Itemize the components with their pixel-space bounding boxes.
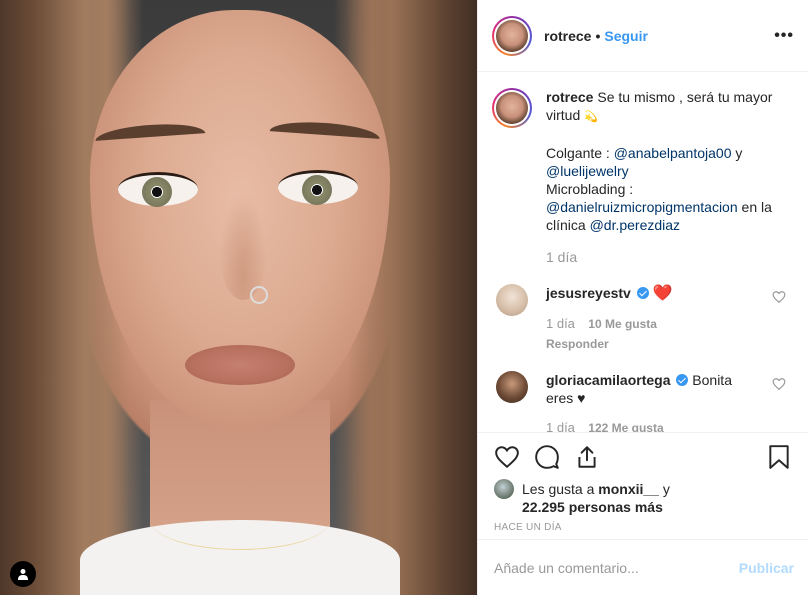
likes-prefix: Les gusta a <box>522 481 599 497</box>
save-icon[interactable] <box>766 444 792 470</box>
user-tag-icon <box>18 569 28 580</box>
photo-iris <box>142 177 172 207</box>
likes-suffix: y <box>658 481 670 497</box>
photo-eye-left <box>118 172 198 207</box>
action-bar <box>478 432 808 480</box>
comment-time[interactable]: 1 día <box>546 316 575 331</box>
caption-line3: Microblading : <box>546 181 634 197</box>
mention-anabelpantoja00[interactable]: @anabelpantoja00 <box>614 145 732 161</box>
instagram-post: rotrece • Seguir ••• rotrece Se tu mismo… <box>0 0 808 595</box>
mention-drperezdiaz[interactable]: @dr.perezdiaz <box>590 217 680 233</box>
photo-nose-ring <box>250 286 268 304</box>
verified-badge-icon <box>676 374 689 386</box>
comment-icon[interactable] <box>534 444 560 470</box>
comment-body: jesusreyestv ❤️ 1 día 10 Me gusta Respon… <box>546 284 758 353</box>
comment-item: gloriacamilaortega Bonita eres ♥ 1 día 1… <box>492 371 794 432</box>
commenter-username[interactable]: jesusreyestv <box>546 285 631 301</box>
likes-text: Les gusta a monxii__ y 22.295 personas m… <box>522 480 670 516</box>
caption-and: y <box>731 145 743 161</box>
photo-iris <box>302 175 332 205</box>
publish-button[interactable]: Publicar <box>739 560 794 576</box>
comments-panel[interactable]: rotrece Se tu mismo , será tu mayor virt… <box>478 72 808 432</box>
caption-emoji: 💫 <box>584 111 598 123</box>
mention-danielruizmicropigmentacion[interactable]: @danielruizmicropigmentacion <box>546 199 738 215</box>
photo-necklace <box>150 490 330 550</box>
photo-eye-right <box>278 170 358 205</box>
post-photo[interactable] <box>0 0 477 595</box>
post-header: rotrece • Seguir ••• <box>478 0 808 72</box>
comment-body: gloriacamilaortega Bonita eres ♥ 1 día 1… <box>546 371 758 432</box>
photo-nose <box>218 190 268 300</box>
caption-avatar[interactable] <box>492 88 532 128</box>
more-icon: ••• <box>774 26 794 44</box>
author-avatar[interactable] <box>492 15 532 56</box>
comment-like-icon[interactable] <box>772 377 786 391</box>
caption-line2-prefix: Colgante : <box>546 145 614 161</box>
post-sidebar: rotrece • Seguir ••• rotrece Se tu mismo… <box>477 0 808 595</box>
author-username[interactable]: rotrece <box>544 28 591 44</box>
caption-body: rotrece Se tu mismo , será tu mayor virt… <box>546 88 794 266</box>
share-icon[interactable] <box>574 444 600 470</box>
comment-input[interactable] <box>494 559 739 576</box>
commenter-avatar[interactable] <box>496 371 528 403</box>
more-options-button[interactable]: ••• <box>774 27 794 45</box>
follow-button[interactable]: Seguir <box>604 28 648 44</box>
comment-text: ❤️ <box>652 285 673 302</box>
caption-credits: Colgante : @anabelpantoja00 y @luelijewe… <box>546 144 794 234</box>
likes-count[interactable]: 22.295 personas más <box>522 499 663 515</box>
comment-likes[interactable]: 122 Me gusta <box>588 421 663 432</box>
commenter-username[interactable]: gloriacamilaortega <box>546 372 671 388</box>
caption-username[interactable]: rotrece <box>546 89 593 105</box>
comment-time[interactable]: 1 día <box>546 420 575 432</box>
caption-time[interactable]: 1 día <box>546 248 794 266</box>
photo-lips <box>185 345 295 385</box>
liker-username[interactable]: monxii__ <box>598 481 659 497</box>
mention-luelijewelry[interactable]: @luelijewelry <box>546 163 629 179</box>
verified-badge-icon <box>636 287 649 299</box>
comment-meta: 1 día 122 Me gusta <box>546 419 758 432</box>
header-separator: • <box>595 27 601 44</box>
comment-likes[interactable]: 10 Me gusta <box>588 317 657 331</box>
comment-like-icon[interactable] <box>772 290 786 304</box>
add-comment-bar: Publicar <box>478 539 808 595</box>
like-icon[interactable] <box>494 444 520 470</box>
caption: rotrece Se tu mismo , será tu mayor virt… <box>492 72 794 266</box>
reply-button[interactable]: Responder <box>546 335 758 353</box>
user-tag-button[interactable] <box>10 561 36 587</box>
comment-item: jesusreyestv ❤️ 1 día 10 Me gusta Respon… <box>492 284 794 353</box>
likes-summary: Les gusta a monxii__ y 22.295 personas m… <box>478 479 808 516</box>
comment-meta: 1 día 10 Me gusta Responder <box>546 315 758 353</box>
commenter-avatar[interactable] <box>496 284 528 316</box>
liker-avatar[interactable] <box>494 479 514 499</box>
